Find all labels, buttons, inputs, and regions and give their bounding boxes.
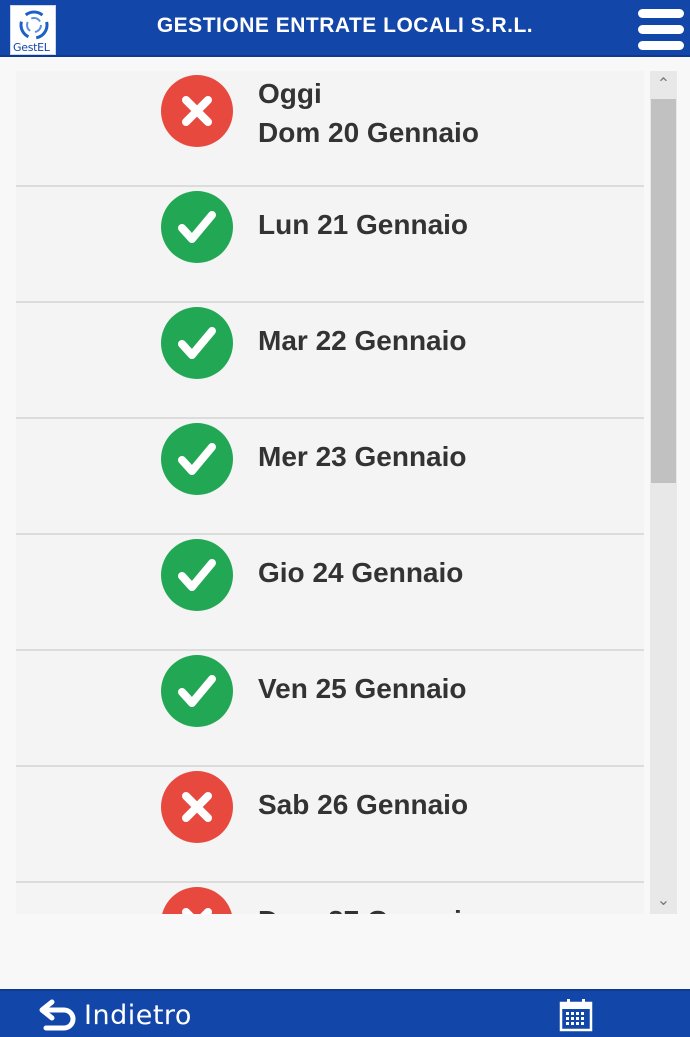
vertical-scrollbar[interactable]: ⌃ ⌄ <box>650 71 677 914</box>
cross-icon <box>161 887 233 914</box>
day-label: Lun 21 Gennaio <box>258 209 469 240</box>
day-row[interactable]: Ven 25 Gennaio <box>16 651 644 767</box>
day-label: Mer 23 Gennaio <box>258 441 467 472</box>
app-header: GestEL GESTIONE ENTRATE LOCALI S.R.L. <box>0 0 690 57</box>
day-row[interactable]: Dom 27 Gennaio <box>16 883 644 914</box>
cross-icon <box>161 771 233 843</box>
gestel-logo: GestEL <box>10 5 56 55</box>
back-label: Indietro <box>84 1000 192 1031</box>
undo-arrow-icon <box>39 999 76 1031</box>
day-today-label: Oggi <box>258 78 322 109</box>
logo-text: GestEL <box>13 41 50 54</box>
day-row[interactable]: Oggi Dom 20 Gennaio <box>16 71 644 187</box>
day-row[interactable]: Gio 24 Gennaio <box>16 535 644 651</box>
scroll-up-icon[interactable]: ⌃ <box>650 71 677 98</box>
check-icon <box>161 191 233 263</box>
day-row[interactable]: Lun 21 Gennaio <box>16 187 644 303</box>
day-label: Gio 24 Gennaio <box>258 557 464 588</box>
page-title: GESTIONE ENTRATE LOCALI S.R.L. <box>156 14 534 37</box>
day-label: Sab 26 Gennaio <box>258 789 469 820</box>
scroll-down-icon[interactable]: ⌄ <box>650 887 677 914</box>
day-row[interactable]: Mer 23 Gennaio <box>16 419 644 535</box>
back-button[interactable]: Indietro <box>38 995 208 1035</box>
logo-arrows-icon <box>19 10 49 40</box>
check-icon <box>161 423 233 495</box>
scrollbar-thumb[interactable] <box>651 99 676 483</box>
hamburger-menu-icon[interactable] <box>638 9 684 51</box>
day-label: Ven 25 Gennaio <box>258 673 467 704</box>
day-row[interactable]: Mar 22 Gennaio <box>16 303 644 419</box>
day-label: Dom 27 Gennaio <box>258 902 479 914</box>
day-list: Oggi Dom 20 Gennaio Lun 21 Gennaio Mar 22 G… <box>16 71 644 914</box>
check-icon <box>161 539 233 611</box>
cross-icon <box>161 75 233 147</box>
calendar-icon <box>559 999 593 1032</box>
day-list-area: Oggi Dom 20 Gennaio Lun 21 Gennaio Mar 22 G… <box>16 71 677 914</box>
day-label: Dom 20 Gennaio <box>258 117 479 148</box>
check-icon <box>161 307 233 379</box>
calendar-button[interactable] <box>558 997 596 1035</box>
app-footer: Indietro <box>0 989 690 1037</box>
check-icon <box>161 655 233 727</box>
day-row[interactable]: Sab 26 Gennaio <box>16 767 644 883</box>
day-label: Mar 22 Gennaio <box>258 325 467 356</box>
